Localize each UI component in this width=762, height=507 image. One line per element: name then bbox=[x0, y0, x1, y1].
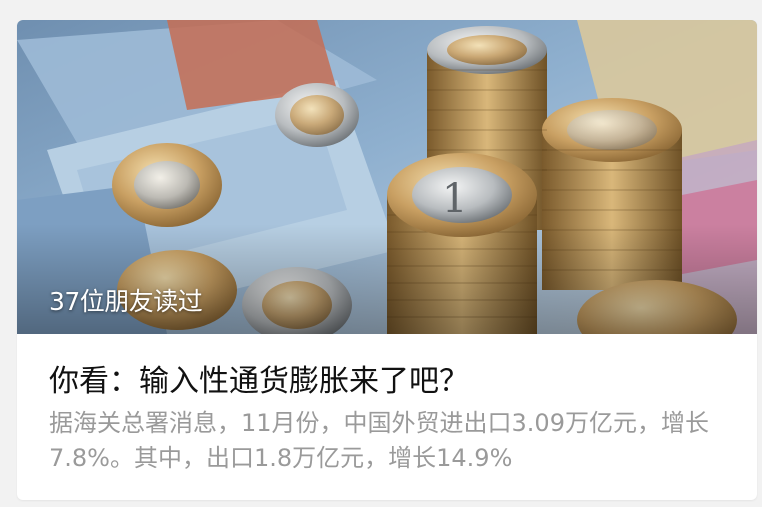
cover-image[interactable]: 5 bbox=[17, 20, 757, 334]
article-card[interactable]: 5 bbox=[17, 20, 757, 500]
article-title[interactable]: 你看：输入性通货膨胀来了吧？ bbox=[49, 356, 469, 400]
read-count-label: 37位朋友读过 bbox=[49, 287, 203, 316]
article-summary: 据海关总署消息，11月份，中国外贸进出口3.09万亿元，增长7.8%。其中，出口… bbox=[49, 409, 709, 472]
